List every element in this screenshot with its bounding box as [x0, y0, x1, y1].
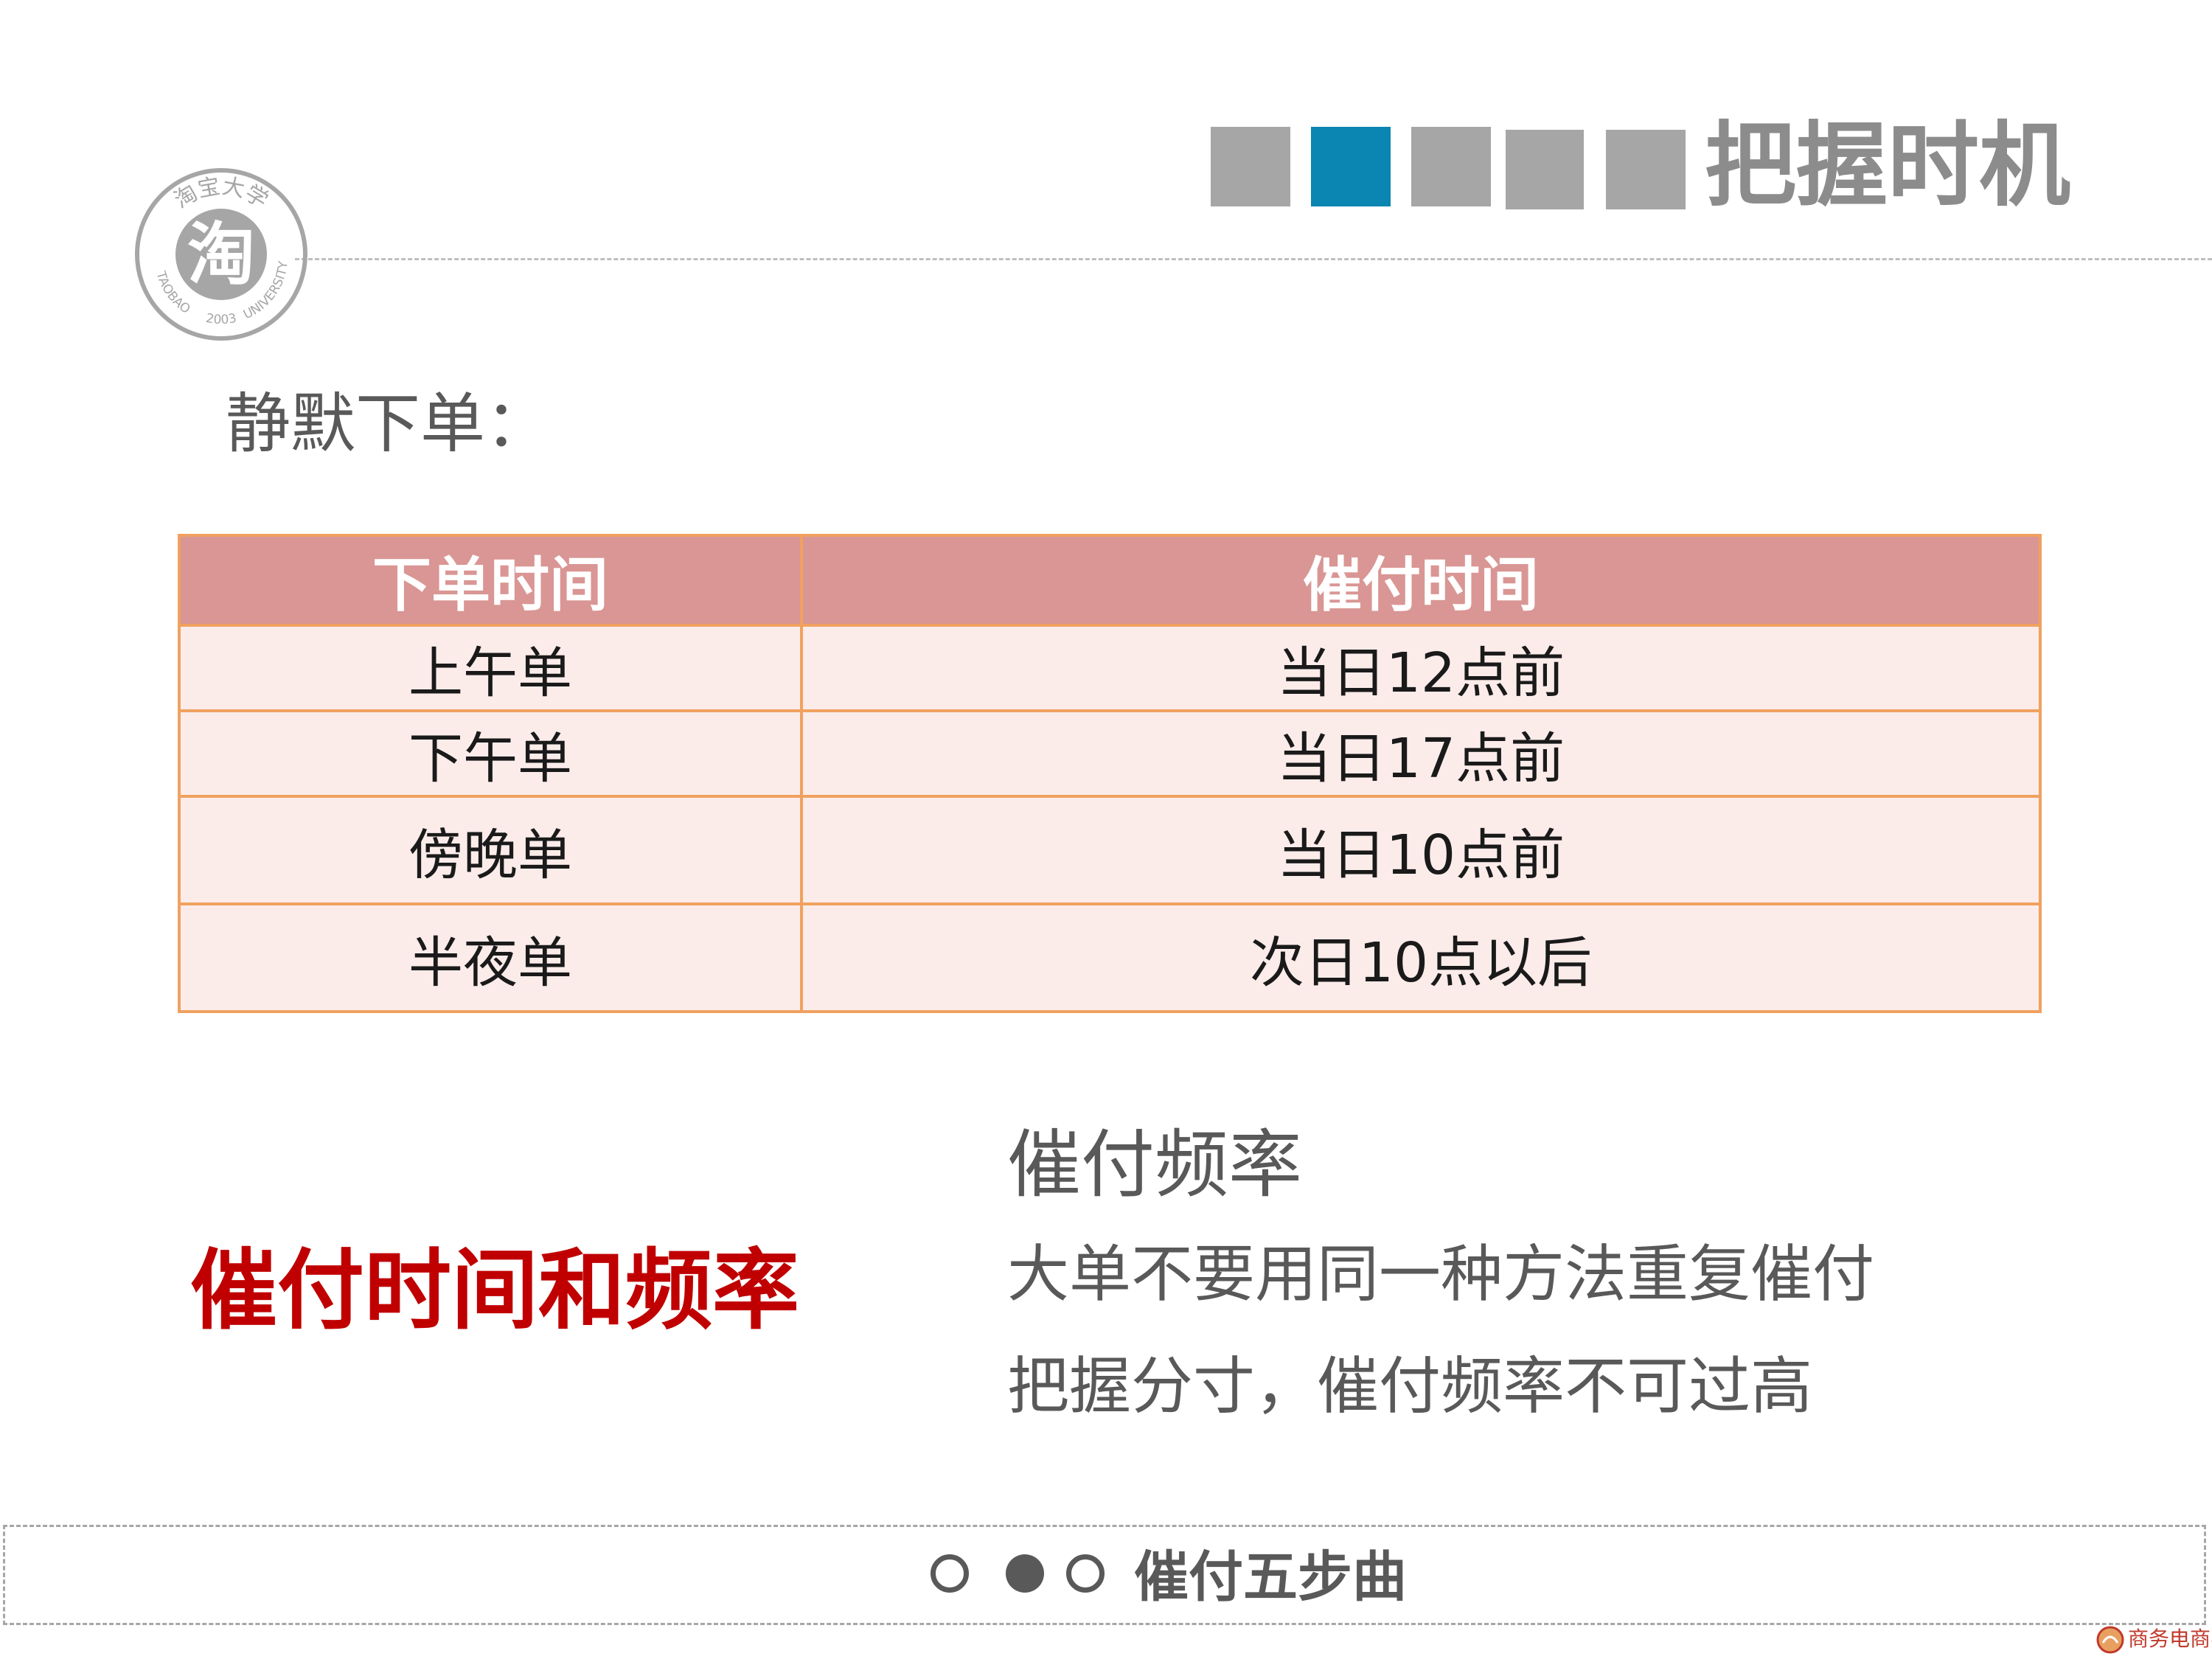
corner-college-logo: 商务电商学院	[2096, 1625, 2212, 1656]
table-header-cell: 下单时间	[178, 534, 803, 627]
footer-title: 催付五步曲	[1134, 1545, 1407, 1609]
table-header-cell: 催付时间	[800, 534, 2042, 627]
university-seal-logo: 淘 淘宝大学 TAOBAO 2003 UNIVERSITY	[135, 168, 307, 341]
frequency-line: 把握分寸，催付频率不可过高	[1007, 1350, 1813, 1422]
section-title: 把握时机	[1705, 113, 2071, 219]
step-indicator-3	[1411, 127, 1491, 206]
header-divider	[295, 258, 2212, 260]
table-row: 半夜单 次日10点以后	[178, 902, 2042, 1013]
circle-outline-icon	[1066, 1554, 1105, 1593]
order-time-cell: 下午单	[178, 709, 803, 798]
table-header-row: 下单时间 催付时间	[178, 534, 2042, 627]
payment-reminder-table: 下单时间 催付时间 上午单 当日12点前 下午单 当日17点前 傍晚单 当日10…	[178, 534, 2042, 1013]
highlight-title: 催付时间和频率	[190, 1239, 800, 1341]
footer-bar	[3, 1525, 2206, 1625]
seal-year: 2003	[205, 311, 238, 327]
svg-text:2003: 2003	[205, 311, 238, 327]
circle-filled-icon	[1006, 1554, 1044, 1593]
seal-center-char: 淘	[187, 215, 255, 294]
step-indicator-1	[1211, 127, 1290, 206]
order-time-cell: 半夜单	[178, 902, 803, 1013]
reminder-time-cell: 当日17点前	[800, 709, 2042, 798]
order-time-cell: 上午单	[178, 624, 803, 712]
table-row: 上午单 当日12点前	[178, 624, 2042, 712]
table-row: 傍晚单 当日10点前	[178, 795, 2042, 905]
college-logo-text: 商务电商学院	[2128, 1627, 2212, 1651]
table-row: 下午单 当日17点前	[178, 709, 2042, 798]
frequency-line: 大单不要用同一种方法重复催付	[1007, 1238, 1875, 1310]
order-time-cell: 傍晚单	[178, 795, 803, 905]
frequency-title: 催付频率	[1007, 1121, 1302, 1208]
step-indicator-5	[1606, 130, 1686, 209]
college-emblem-icon	[2096, 1626, 2124, 1654]
subtitle: 静默下单：	[226, 386, 551, 462]
reminder-time-cell: 次日10点以后	[800, 902, 2042, 1013]
circle-outline-icon	[931, 1554, 969, 1593]
reminder-time-cell: 当日10点前	[800, 795, 2042, 905]
reminder-time-cell: 当日12点前	[800, 624, 2042, 712]
step-indicator-4	[1506, 130, 1584, 209]
step-indicator-2	[1311, 127, 1391, 206]
